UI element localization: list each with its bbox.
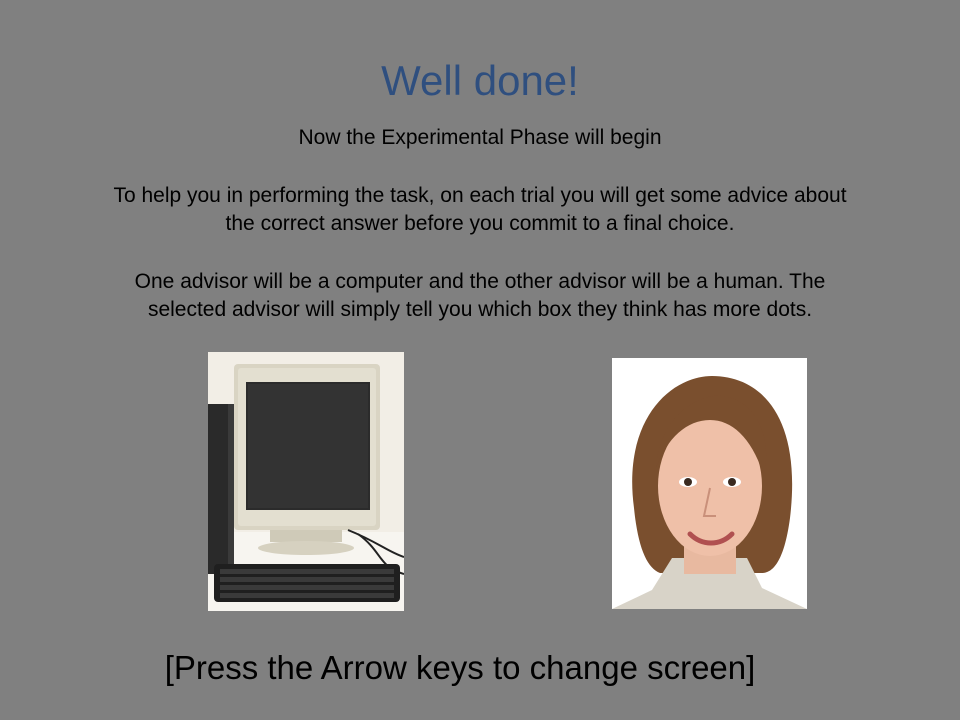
computer-advisor-image [208,352,404,611]
subtitle: Now the Experimental Phase will begin [298,126,662,149]
human-advisor-image [612,358,807,609]
instruction-line-3: One advisor will be a computer and the o… [134,270,826,293]
instruction-line-4: selected advisor will simply tell you wh… [147,298,813,321]
instruction-line-2: the correct answer before you commit to … [225,212,735,235]
navigation-hint: [Press the Arrow keys to change screen] [164,649,756,686]
instruction-line-1: To help you in performing the task, on e… [113,184,847,207]
page-title: Well done! [381,57,579,104]
